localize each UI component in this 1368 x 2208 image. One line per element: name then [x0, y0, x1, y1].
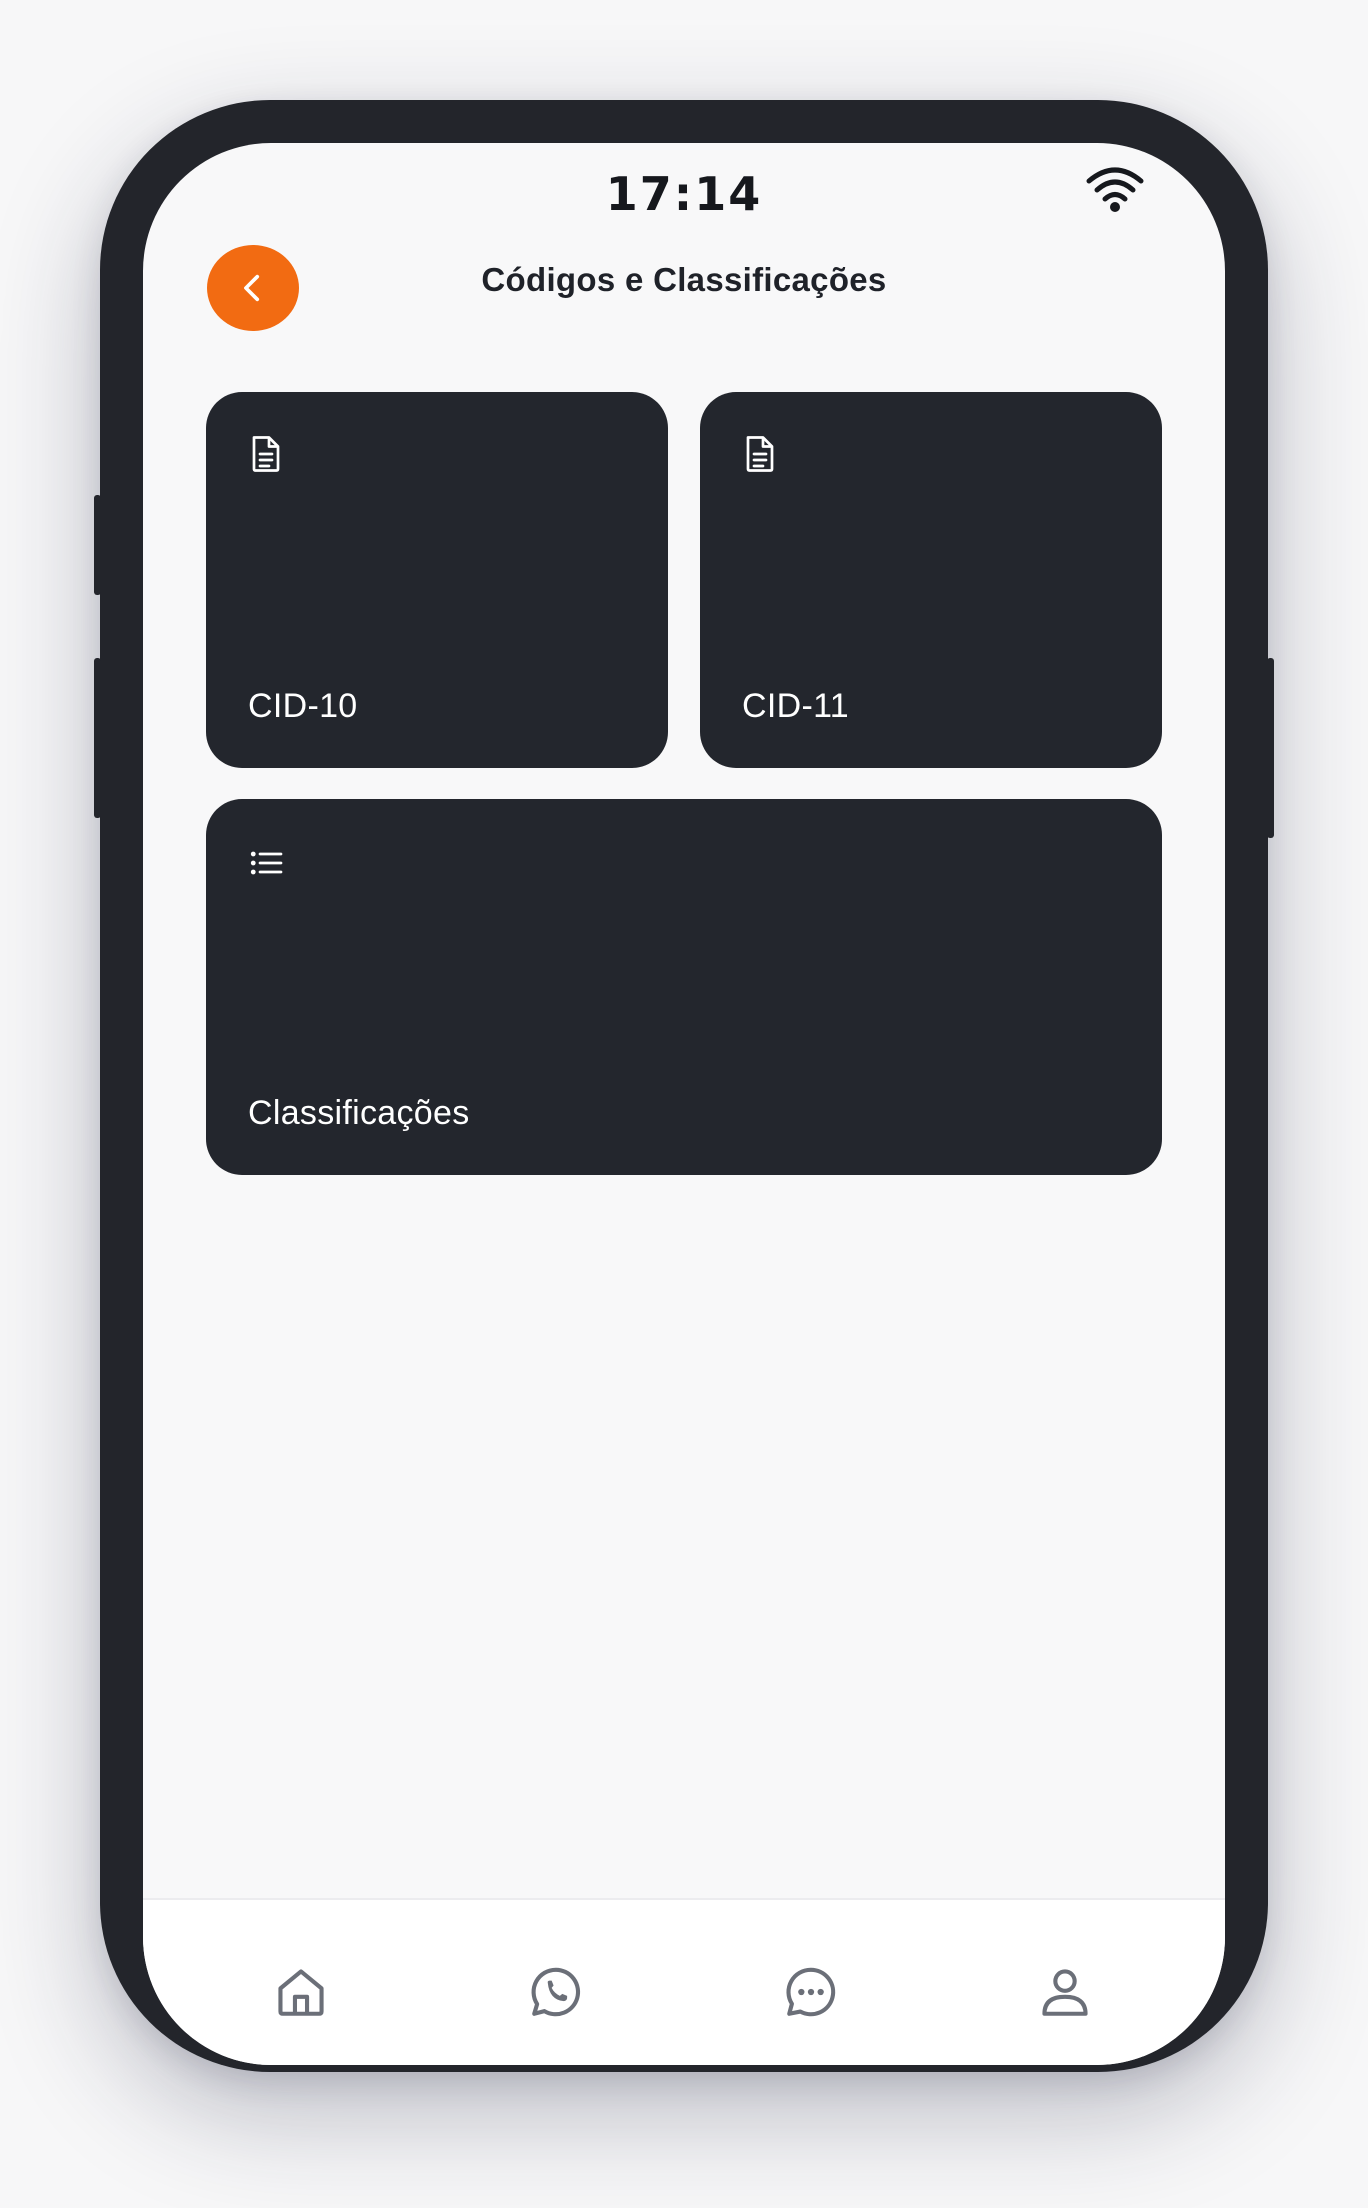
- tab-home[interactable]: [271, 1962, 331, 2022]
- whatsapp-icon: [531, 1967, 581, 2017]
- card-label: Classificações: [248, 1094, 470, 1132]
- card-cid-11[interactable]: CID-11: [700, 392, 1162, 768]
- status-time: 17:14: [605, 167, 763, 221]
- phone-side-button: [94, 658, 101, 818]
- page-title: Códigos e Classificações: [481, 261, 887, 298]
- card-label: CID-11: [742, 687, 849, 725]
- bottom-tab-bar: [143, 1898, 1225, 2065]
- tab-profile[interactable]: [1035, 1962, 1095, 2022]
- list-icon: [250, 851, 283, 875]
- home-icon: [278, 1969, 324, 2016]
- wifi-icon: [1086, 167, 1144, 212]
- phone-side-button: [94, 495, 101, 595]
- phone-side-button: [1267, 658, 1274, 838]
- chat-icon: [786, 1967, 836, 2017]
- card-label: CID-10: [248, 687, 358, 725]
- card-classificacoes[interactable]: Classificações: [206, 799, 1162, 1175]
- document-icon: [252, 436, 280, 472]
- card-cid-10[interactable]: CID-10: [206, 392, 668, 768]
- tab-whatsapp[interactable]: [526, 1962, 586, 2022]
- document-icon: [746, 436, 774, 472]
- user-icon: [1042, 1969, 1088, 2016]
- tab-chat[interactable]: [781, 1962, 841, 2022]
- app-screen: 17:14 Códigos e Classificações CID-10 CI…: [143, 143, 1225, 2065]
